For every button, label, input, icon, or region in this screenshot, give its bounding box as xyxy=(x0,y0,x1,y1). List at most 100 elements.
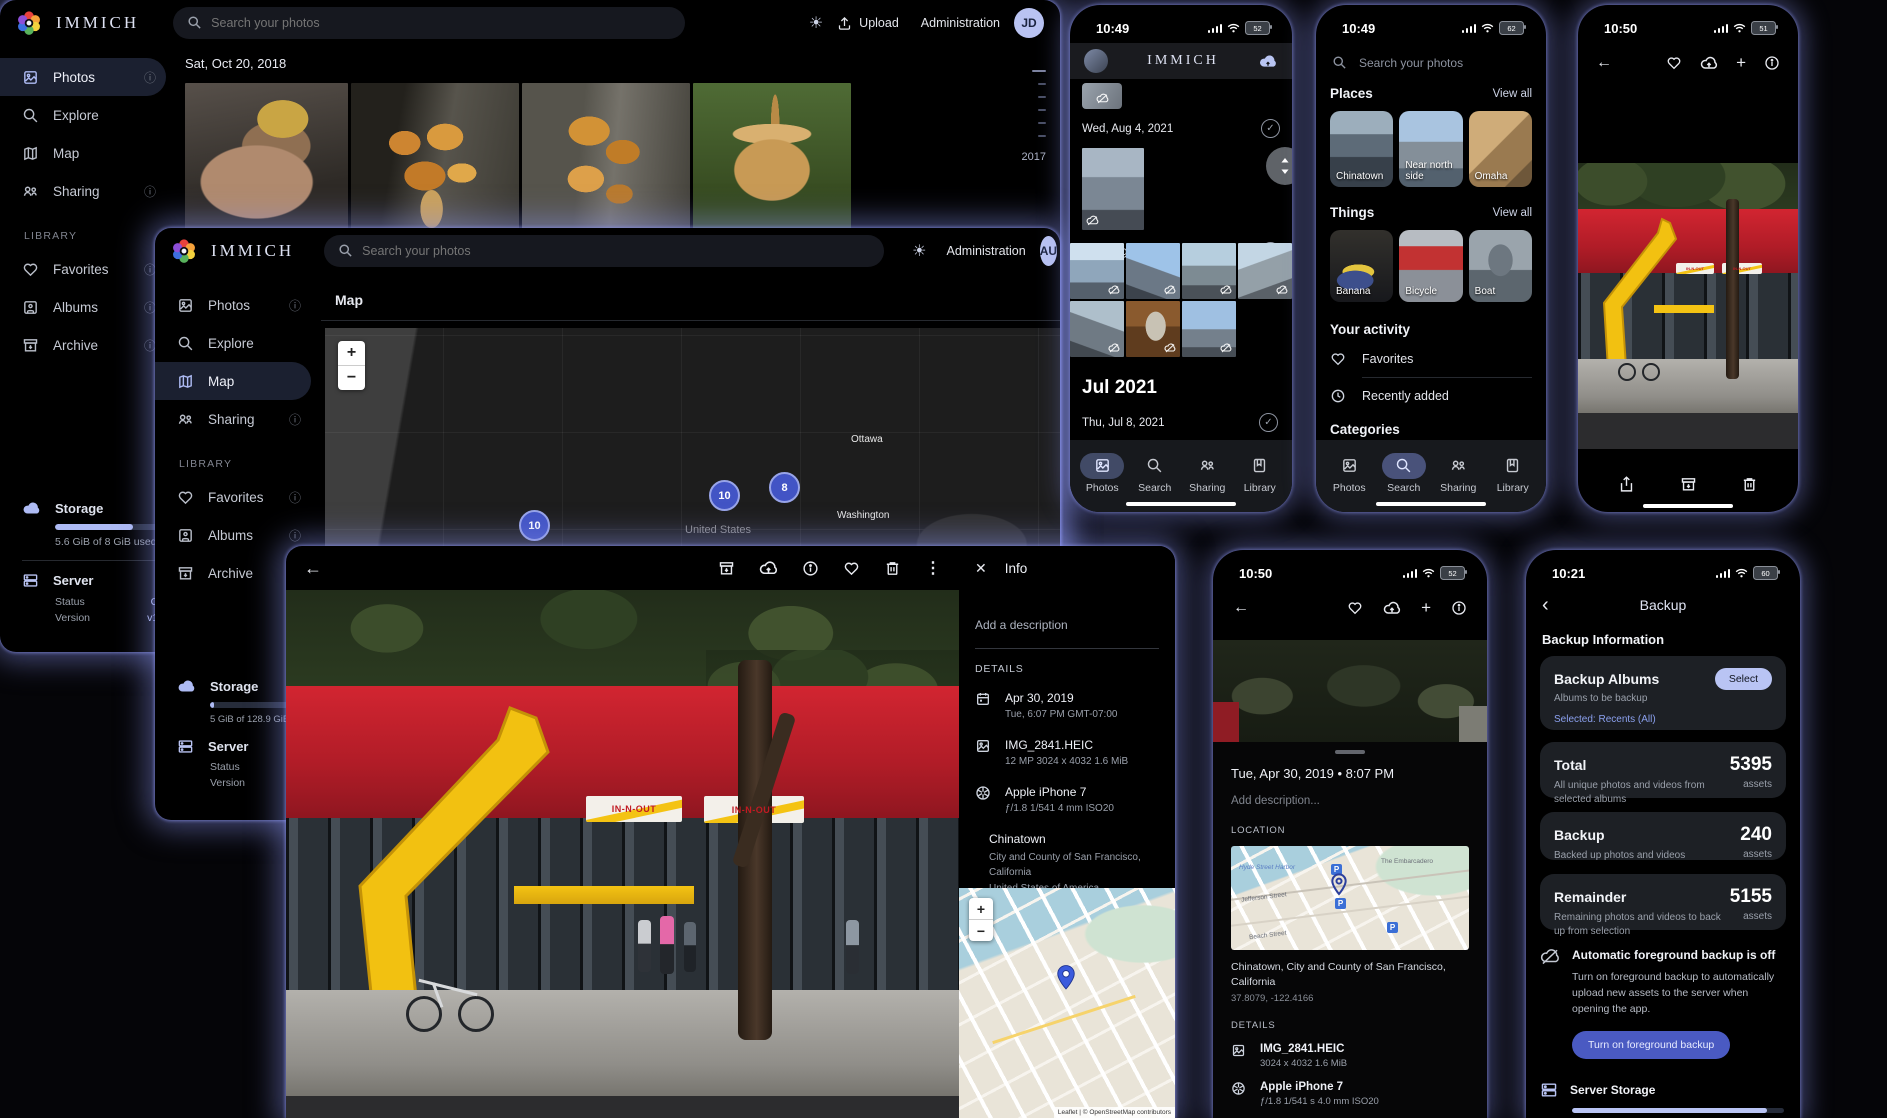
info-icon[interactable] xyxy=(1764,55,1780,71)
select-button[interactable]: Select xyxy=(1715,668,1772,690)
info-icon[interactable] xyxy=(802,560,819,577)
cloud-upload-icon[interactable] xyxy=(1700,56,1718,71)
theme-toggle-sun-icon[interactable]: ☀ xyxy=(912,241,926,261)
search-input[interactable] xyxy=(324,235,884,267)
map-cluster-marker[interactable]: 10 xyxy=(709,480,740,511)
photo-thumbnail[interactable] xyxy=(1182,243,1236,299)
sidebar-item-map[interactable]: Map xyxy=(155,362,311,400)
nav-sharing[interactable]: Sharing xyxy=(1432,453,1484,494)
backup-cloud-icon[interactable] xyxy=(1258,53,1278,69)
archive-icon[interactable] xyxy=(718,560,735,577)
profile-avatar[interactable] xyxy=(1084,49,1108,73)
zoom-out-button[interactable]: − xyxy=(338,366,365,390)
photo-viewer[interactable]: IN-N-OUT IN-N-OUT xyxy=(286,590,959,1118)
heart-icon[interactable] xyxy=(843,560,860,577)
thing-card[interactable]: Bicycle xyxy=(1399,230,1462,302)
heart-icon[interactable] xyxy=(1666,55,1682,71)
place-card[interactable]: Near north side xyxy=(1399,111,1462,187)
location-map[interactable]: The Embarcadero Jefferson Street Beach S… xyxy=(1231,846,1469,950)
map-zoom-controls[interactable]: + − xyxy=(969,898,993,941)
heart-icon[interactable] xyxy=(1347,600,1363,616)
trash-icon[interactable] xyxy=(884,560,901,577)
map-cluster-marker[interactable]: 8 xyxy=(769,472,800,503)
sidebar-item-explore[interactable]: Explore xyxy=(0,96,166,134)
photo-thumbnail[interactable] xyxy=(1070,301,1124,357)
sidebar-item-albums[interactable]: Albums ⓘ xyxy=(0,288,166,326)
place-card[interactable]: Omaha xyxy=(1469,111,1532,187)
user-avatar[interactable]: JD xyxy=(1014,8,1044,38)
zoom-in-button[interactable]: + xyxy=(338,341,365,366)
nav-search[interactable]: Search xyxy=(1378,453,1430,494)
nav-photos[interactable]: Photos xyxy=(1076,453,1128,494)
search-input[interactable] xyxy=(173,7,685,39)
sidebar-item-map[interactable]: Map xyxy=(0,134,166,172)
nav-library[interactable]: Library xyxy=(1234,453,1286,494)
photo-thumbnail[interactable] xyxy=(351,83,519,233)
map-zoom-controls[interactable]: + − xyxy=(338,341,365,390)
photo-thumbnail[interactable] xyxy=(185,83,348,233)
photo-thumbnail[interactable] xyxy=(1070,243,1124,299)
photo-thumbnail-partial[interactable] xyxy=(1082,83,1122,109)
activity-recently-added[interactable]: Recently added xyxy=(1330,388,1532,404)
photo-thumbnail[interactable] xyxy=(1126,243,1180,299)
upload-button[interactable]: Upload xyxy=(837,16,899,31)
sidebar-item-sharing[interactable]: Sharing ⓘ xyxy=(155,400,311,438)
location-map[interactable]: + − Leaflet | © OpenStreetMap contributo… xyxy=(959,888,1175,1118)
plus-icon[interactable]: + xyxy=(1421,598,1431,618)
place-card[interactable]: Chinatown xyxy=(1330,111,1393,187)
more-options-icon[interactable]: ⋮ xyxy=(925,558,941,578)
theme-toggle-sun-icon[interactable]: ☀ xyxy=(809,13,823,33)
photo-viewer[interactable]: IN-N-OUT IN-N-OUT xyxy=(1578,163,1798,449)
add-description-field[interactable]: Add description... xyxy=(1231,795,1469,807)
sidebar-item-sharing[interactable]: Sharing ⓘ xyxy=(0,172,166,210)
activity-favorites[interactable]: Favorites xyxy=(1330,351,1532,367)
photo-thumbnail[interactable] xyxy=(1238,243,1292,299)
cloud-upload-icon[interactable] xyxy=(1383,601,1401,616)
add-description-field[interactable]: Add a description xyxy=(975,618,1159,632)
sidebar-item-favorites[interactable]: Favorites ⓘ xyxy=(155,478,311,516)
close-icon[interactable]: ✕ xyxy=(975,560,987,577)
parking-marker: P xyxy=(1387,922,1398,933)
turn-on-foreground-backup-button[interactable]: Turn on foreground backup xyxy=(1572,1031,1730,1059)
search-field[interactable]: Search your photos xyxy=(1316,43,1546,76)
info-icon[interactable] xyxy=(1451,600,1467,616)
cloud-upload-icon[interactable] xyxy=(759,560,778,577)
zoom-out-button[interactable]: − xyxy=(969,920,993,941)
map-label-city: Washington xyxy=(837,510,889,521)
zoom-in-button[interactable]: + xyxy=(969,898,993,920)
thing-card[interactable]: Banana xyxy=(1330,230,1393,302)
map-cluster-marker[interactable]: 10 xyxy=(519,510,550,541)
nav-search[interactable]: Search xyxy=(1129,453,1181,494)
photo-thumbnail[interactable] xyxy=(1082,148,1144,230)
trash-icon[interactable] xyxy=(1741,476,1758,493)
back-icon[interactable]: ← xyxy=(1596,54,1612,72)
archive-icon[interactable] xyxy=(1680,476,1697,493)
sidebar-item-archive[interactable]: Archive ⓘ xyxy=(0,326,166,364)
places-view-all[interactable]: View all xyxy=(1493,88,1532,100)
administration-link[interactable]: Administration xyxy=(947,244,1026,258)
sidebar-item-photos[interactable]: Photos ⓘ xyxy=(0,58,166,96)
nav-photos[interactable]: Photos xyxy=(1323,453,1375,494)
share-icon[interactable] xyxy=(1618,475,1635,494)
sidebar-item-favorites[interactable]: Favorites ⓘ xyxy=(0,250,166,288)
photo-thumbnail[interactable] xyxy=(522,83,690,233)
plus-icon[interactable]: + xyxy=(1736,53,1746,73)
back-chevron-icon[interactable]: ‹ xyxy=(1542,595,1549,615)
things-view-all[interactable]: View all xyxy=(1493,207,1532,219)
thing-card[interactable]: Boat xyxy=(1469,230,1532,302)
nav-sharing[interactable]: Sharing xyxy=(1181,453,1233,494)
photo-thumbnail[interactable] xyxy=(693,83,851,233)
nav-library[interactable]: Library xyxy=(1487,453,1539,494)
select-all-check-icon[interactable]: ✓ xyxy=(1261,119,1280,138)
back-icon[interactable]: ← xyxy=(304,558,322,579)
select-all-check-icon[interactable]: ✓ xyxy=(1259,413,1278,432)
timeline-scrubber[interactable]: 2017 xyxy=(1006,70,1046,163)
back-icon[interactable]: ← xyxy=(1233,599,1249,617)
photo-thumbnail[interactable] xyxy=(1126,301,1180,357)
administration-link[interactable]: Administration xyxy=(921,16,1000,30)
photo-strip[interactable] xyxy=(1213,640,1487,742)
sidebar-item-explore[interactable]: Explore xyxy=(155,324,311,362)
sidebar-item-photos[interactable]: Photos ⓘ xyxy=(155,286,311,324)
photo-thumbnail[interactable] xyxy=(1182,301,1236,357)
user-avatar[interactable]: AU xyxy=(1040,236,1057,266)
